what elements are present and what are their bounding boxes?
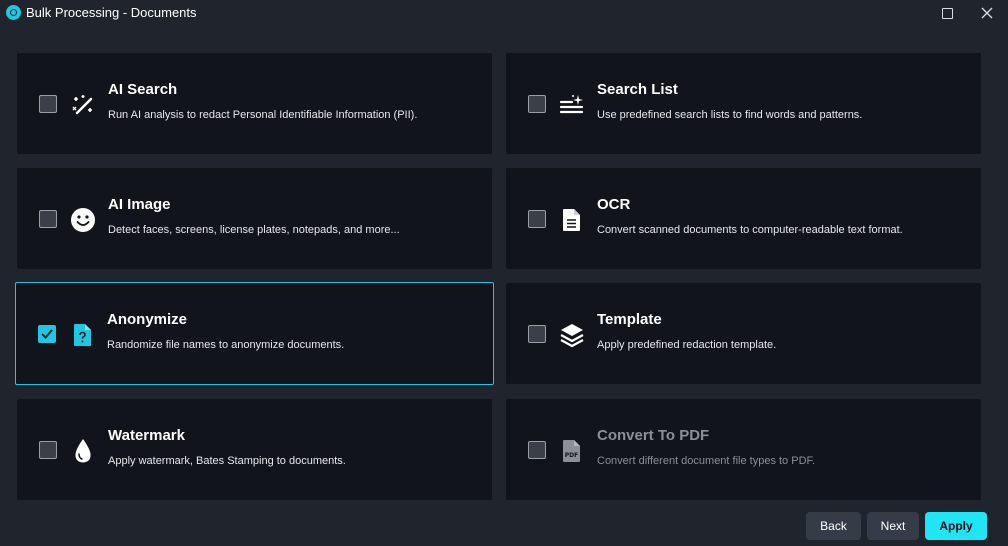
unknown-file-icon [70, 322, 96, 348]
maximize-icon [941, 7, 953, 19]
option-title: Template [597, 311, 662, 328]
document-text-icon [559, 207, 585, 233]
back-button[interactable]: Back [806, 512, 861, 540]
next-button[interactable]: Next [867, 512, 919, 540]
svg-text:PDF: PDF [565, 452, 578, 459]
apply-button[interactable]: Apply [925, 512, 987, 540]
ai-image-checkbox[interactable] [39, 210, 57, 228]
option-card-ai-search[interactable]: AI Search Run AI analysis to redact Pers… [17, 53, 492, 154]
option-card-search-list[interactable]: Search List Use predefined search lists … [506, 53, 981, 154]
option-title: Search List [597, 81, 678, 98]
option-description: Apply watermark, Bates Stamping to docum… [108, 455, 346, 467]
option-description: Randomize file names to anonymize docume… [107, 339, 345, 351]
close-icon [981, 7, 993, 19]
search-list-checkbox[interactable] [528, 95, 546, 113]
app-logo-icon [6, 5, 21, 20]
option-title: Convert To PDF [597, 427, 710, 444]
option-card-anonymize[interactable]: Anonymize Randomize file names to anonym… [15, 282, 494, 385]
option-card-ocr[interactable]: OCR Convert scanned documents to compute… [506, 168, 981, 269]
option-title: Anonymize [107, 311, 188, 328]
convert-to-pdf-checkbox[interactable] [528, 441, 546, 459]
smiley-face-icon [70, 207, 96, 233]
option-title: AI Image [108, 196, 171, 213]
option-description: Apply predefined redaction template. [597, 339, 777, 351]
option-description: Convert scanned documents to computer-re… [597, 224, 903, 236]
magic-wand-icon [70, 92, 96, 118]
option-card-watermark[interactable]: Watermark Apply watermark, Bates Stampin… [17, 399, 492, 500]
option-description: Detect faces, screens, license plates, n… [108, 224, 400, 236]
option-card-convert-to-pdf[interactable]: PDF Convert To PDF Convert different doc… [506, 399, 981, 500]
option-title: AI Search [108, 81, 178, 98]
sparkle-list-icon [559, 92, 585, 118]
ai-search-checkbox[interactable] [39, 95, 57, 113]
layers-icon [559, 322, 585, 348]
ocr-checkbox[interactable] [528, 210, 546, 228]
option-description: Use predefined search lists to find word… [597, 109, 863, 121]
checkmark-icon [41, 329, 53, 339]
option-title: Watermark [108, 427, 185, 444]
title-bar: Bulk Processing - Documents [0, 0, 1008, 26]
template-checkbox[interactable] [528, 325, 546, 343]
close-button[interactable] [969, 0, 1005, 26]
option-card-ai-image[interactable]: AI Image Detect faces, screens, license … [17, 168, 492, 269]
option-title: OCR [597, 196, 631, 213]
watermark-checkbox[interactable] [39, 441, 57, 459]
window-title: Bulk Processing - Documents [26, 5, 197, 20]
option-card-template[interactable]: Template Apply predefined redaction temp… [506, 283, 981, 384]
droplet-icon [70, 438, 96, 464]
pdf-file-icon: PDF [559, 438, 585, 464]
option-description: Run AI analysis to redact Personal Ident… [108, 109, 418, 121]
anonymize-checkbox[interactable] [38, 325, 56, 343]
option-description: Convert different document file types to… [597, 455, 816, 467]
maximize-button[interactable] [929, 0, 965, 26]
